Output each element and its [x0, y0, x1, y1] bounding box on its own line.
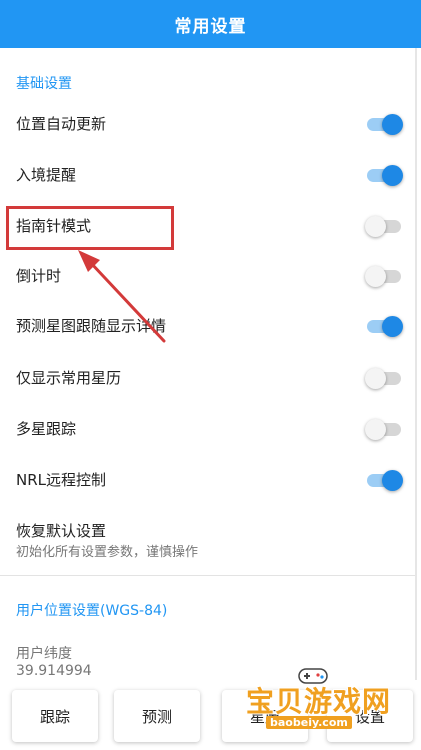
watermark-logo: 宝贝游戏网 baobeiy.com — [238, 664, 392, 734]
watermark-url: baobeiy.com — [266, 716, 352, 729]
watermark-text: 宝贝游戏网 — [246, 685, 392, 718]
annotation-arrow-icon — [78, 250, 166, 343]
